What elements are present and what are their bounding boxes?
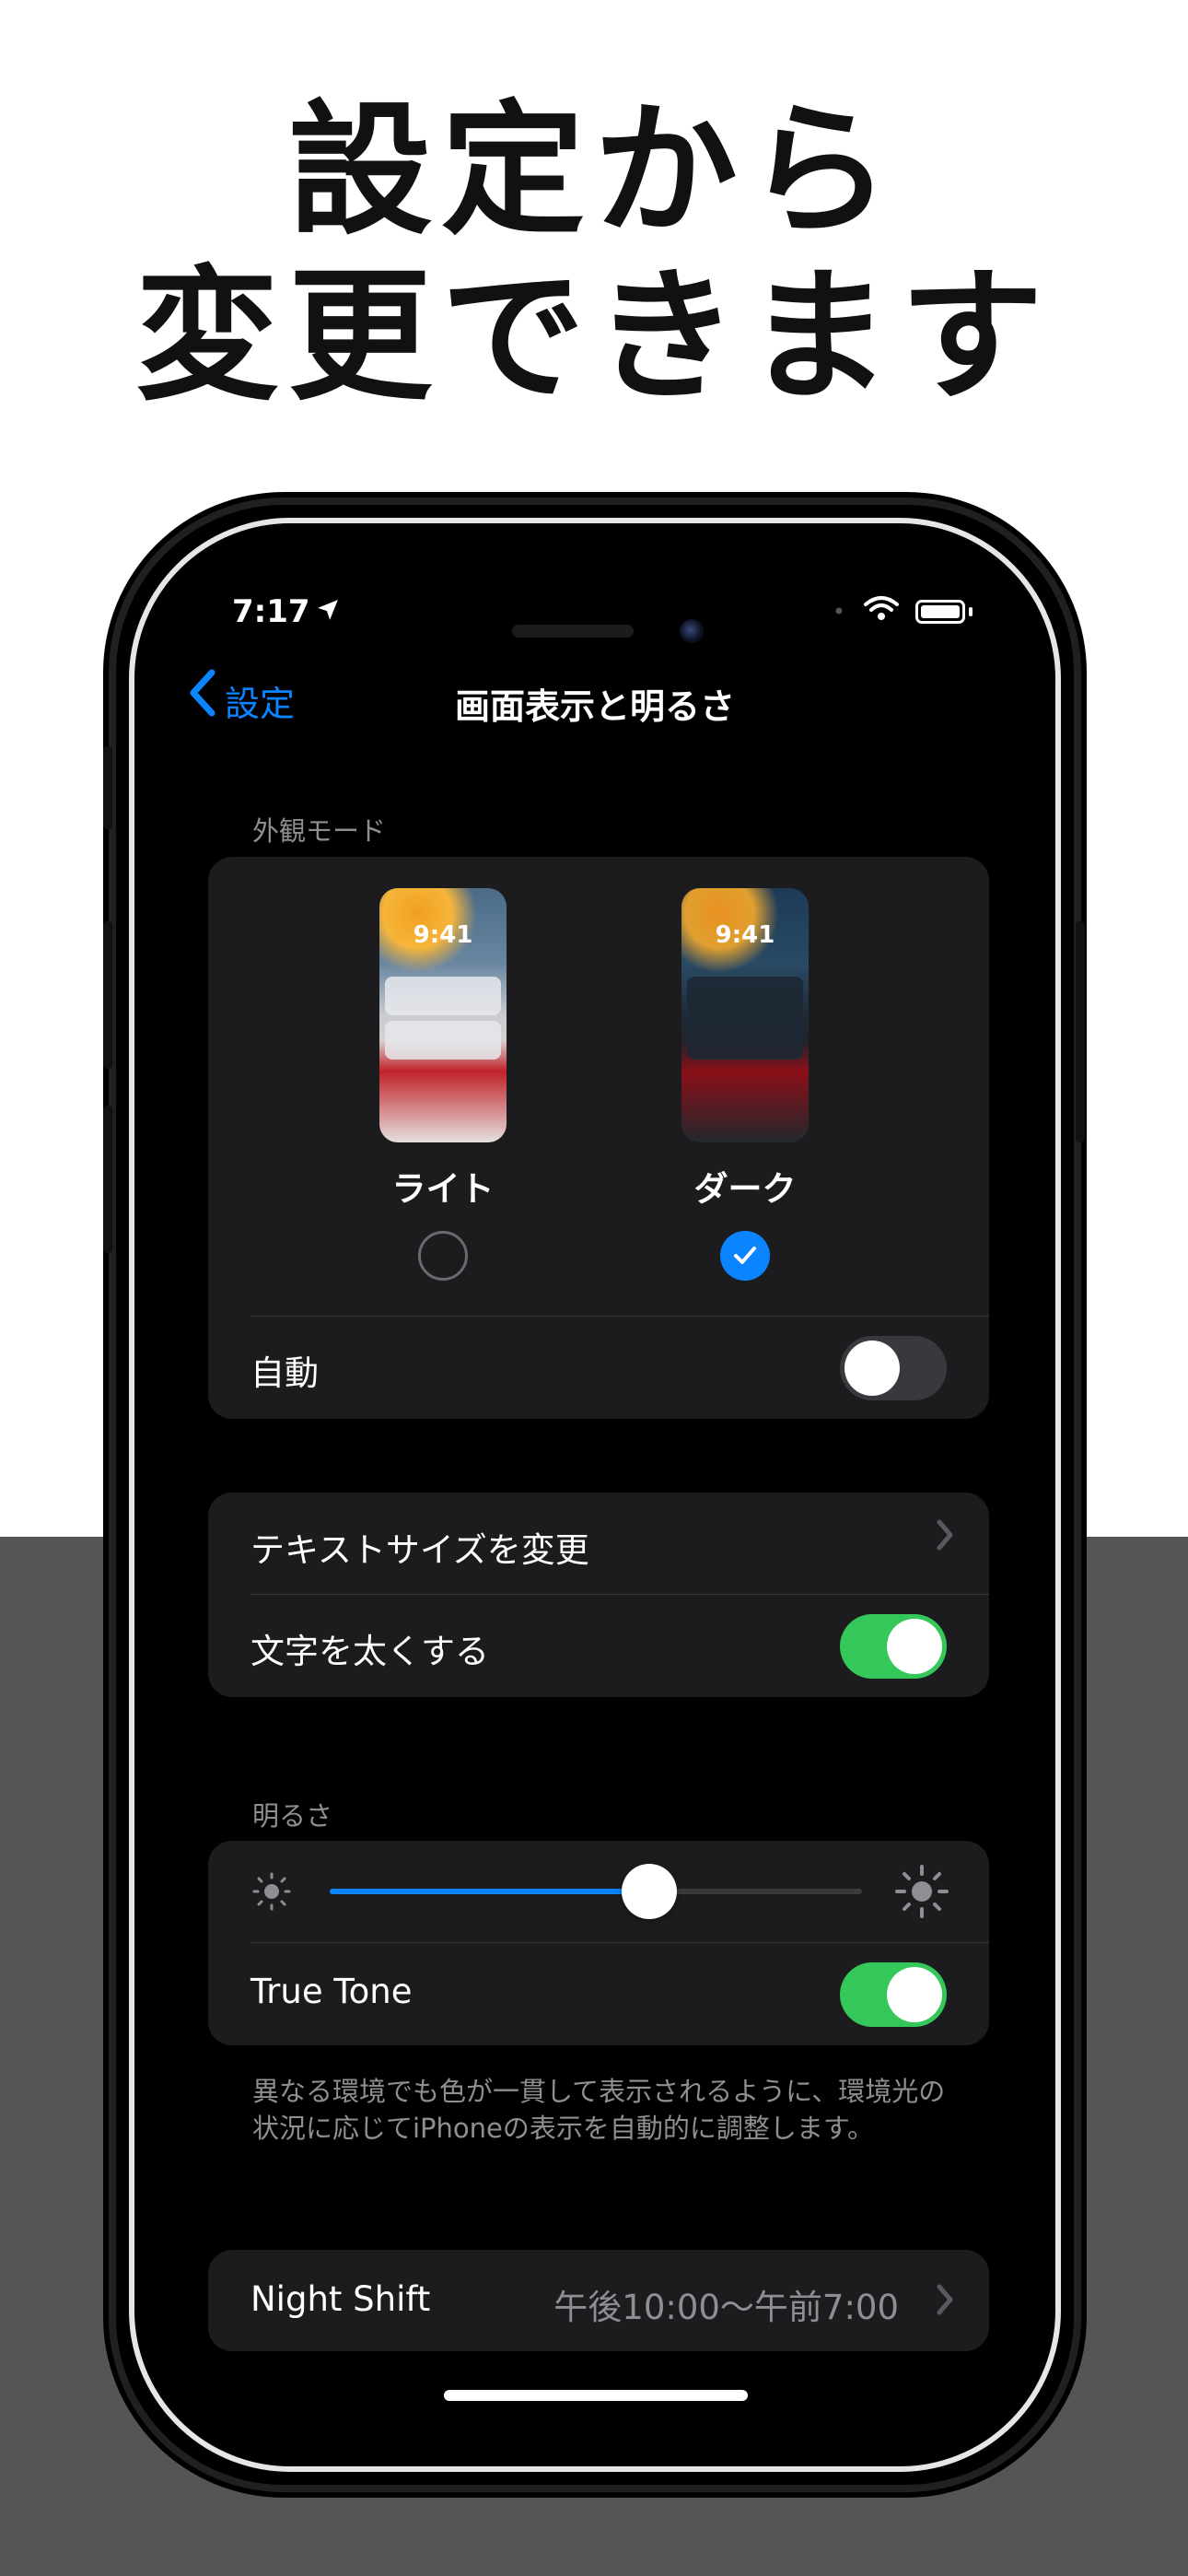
brightness-slider-thumb[interactable] xyxy=(621,1864,677,1919)
auto-label: 自動 xyxy=(250,1353,319,1393)
light-preview-time: 9:41 xyxy=(413,921,473,949)
headline-line-2: 変更できます xyxy=(135,252,1053,420)
volume-up-button xyxy=(103,921,112,1069)
dark-preview-card xyxy=(687,977,803,1015)
light-preview-card xyxy=(385,1021,501,1060)
sun-large-icon xyxy=(893,1863,950,1924)
brightness-slider-fill xyxy=(330,1889,649,1894)
chevron-right-icon xyxy=(936,2283,954,2325)
headline-line-1: 設定から xyxy=(288,87,900,254)
side-power-button xyxy=(1076,921,1085,1142)
toggle-knob xyxy=(887,1619,942,1674)
appearance-section-label: 外観モード xyxy=(252,815,387,847)
wifi-icon xyxy=(864,595,899,628)
dark-mode-preview[interactable]: 9:41 xyxy=(681,888,809,1142)
separator xyxy=(250,1942,989,1943)
status-bar-time: 7:17 xyxy=(232,593,340,630)
battery-icon xyxy=(915,600,965,624)
brightness-section-label: 明るさ xyxy=(252,1800,333,1832)
separator xyxy=(250,1594,989,1595)
appearance-group: 9:41 9:41 ライト ダーク 自動 xyxy=(208,857,989,1419)
text-size-row-label[interactable]: テキストサイズを変更 xyxy=(250,1522,589,1572)
location-arrow-icon xyxy=(316,598,340,628)
text-settings-group: テキストサイズを変更 文字を太くする xyxy=(208,1493,989,1697)
notch xyxy=(352,556,838,632)
volume-down-button xyxy=(103,1106,112,1253)
chevron-right-icon xyxy=(936,1518,954,1561)
light-mode-radio[interactable] xyxy=(418,1231,468,1281)
true-tone-label: True Tone xyxy=(250,1972,413,2011)
home-indicator xyxy=(444,2390,748,2401)
dark-preview-card xyxy=(687,1021,803,1060)
status-time-text: 7:17 xyxy=(232,593,310,630)
dark-mode-label: ダーク xyxy=(693,1169,797,1209)
separator xyxy=(250,1316,989,1317)
bold-text-toggle[interactable] xyxy=(840,1614,947,1679)
battery-cap xyxy=(969,607,973,616)
toggle-knob xyxy=(887,1967,942,2022)
brightness-group: True Tone xyxy=(208,1841,989,2045)
true-tone-footnote: 異なる環境でも色が一貫して表示されるように、環境光の状況に応じてiPhoneの表… xyxy=(252,2076,946,2144)
light-mode-preview[interactable]: 9:41 xyxy=(379,888,507,1142)
phone-screen: 7:17 •••• 設定 画面表示と明るさ 外観モード xyxy=(168,556,1022,2433)
night-shift-row[interactable]: Night Shift 午後10:00〜午前7:00 xyxy=(208,2250,989,2351)
page-title: 画面表示と明るさ xyxy=(454,686,735,727)
sun-small-icon xyxy=(249,1868,295,1918)
light-preview-card xyxy=(385,977,501,1015)
bold-text-label: 文字を太くする xyxy=(250,1632,489,1671)
promo-headline: 設定から 変更できます xyxy=(0,88,1188,419)
light-mode-label: ライト xyxy=(391,1169,495,1209)
night-shift-value: 午後10:00〜午前7:00 xyxy=(553,2288,899,2327)
toggle-knob xyxy=(844,1341,900,1396)
checkmark-icon xyxy=(731,1241,759,1278)
dark-mode-radio[interactable] xyxy=(720,1231,770,1281)
earpiece-speaker xyxy=(512,625,634,638)
mute-switch xyxy=(103,746,112,829)
brightness-slider[interactable] xyxy=(330,1864,862,1919)
night-shift-label: Night Shift xyxy=(250,2279,431,2319)
front-camera xyxy=(680,619,704,643)
dark-preview-time: 9:41 xyxy=(715,921,775,949)
true-tone-toggle[interactable] xyxy=(840,1962,947,2027)
auto-toggle[interactable] xyxy=(840,1336,947,1400)
phone-frame: 7:17 •••• 設定 画面表示と明るさ 外観モード xyxy=(109,498,1081,2492)
